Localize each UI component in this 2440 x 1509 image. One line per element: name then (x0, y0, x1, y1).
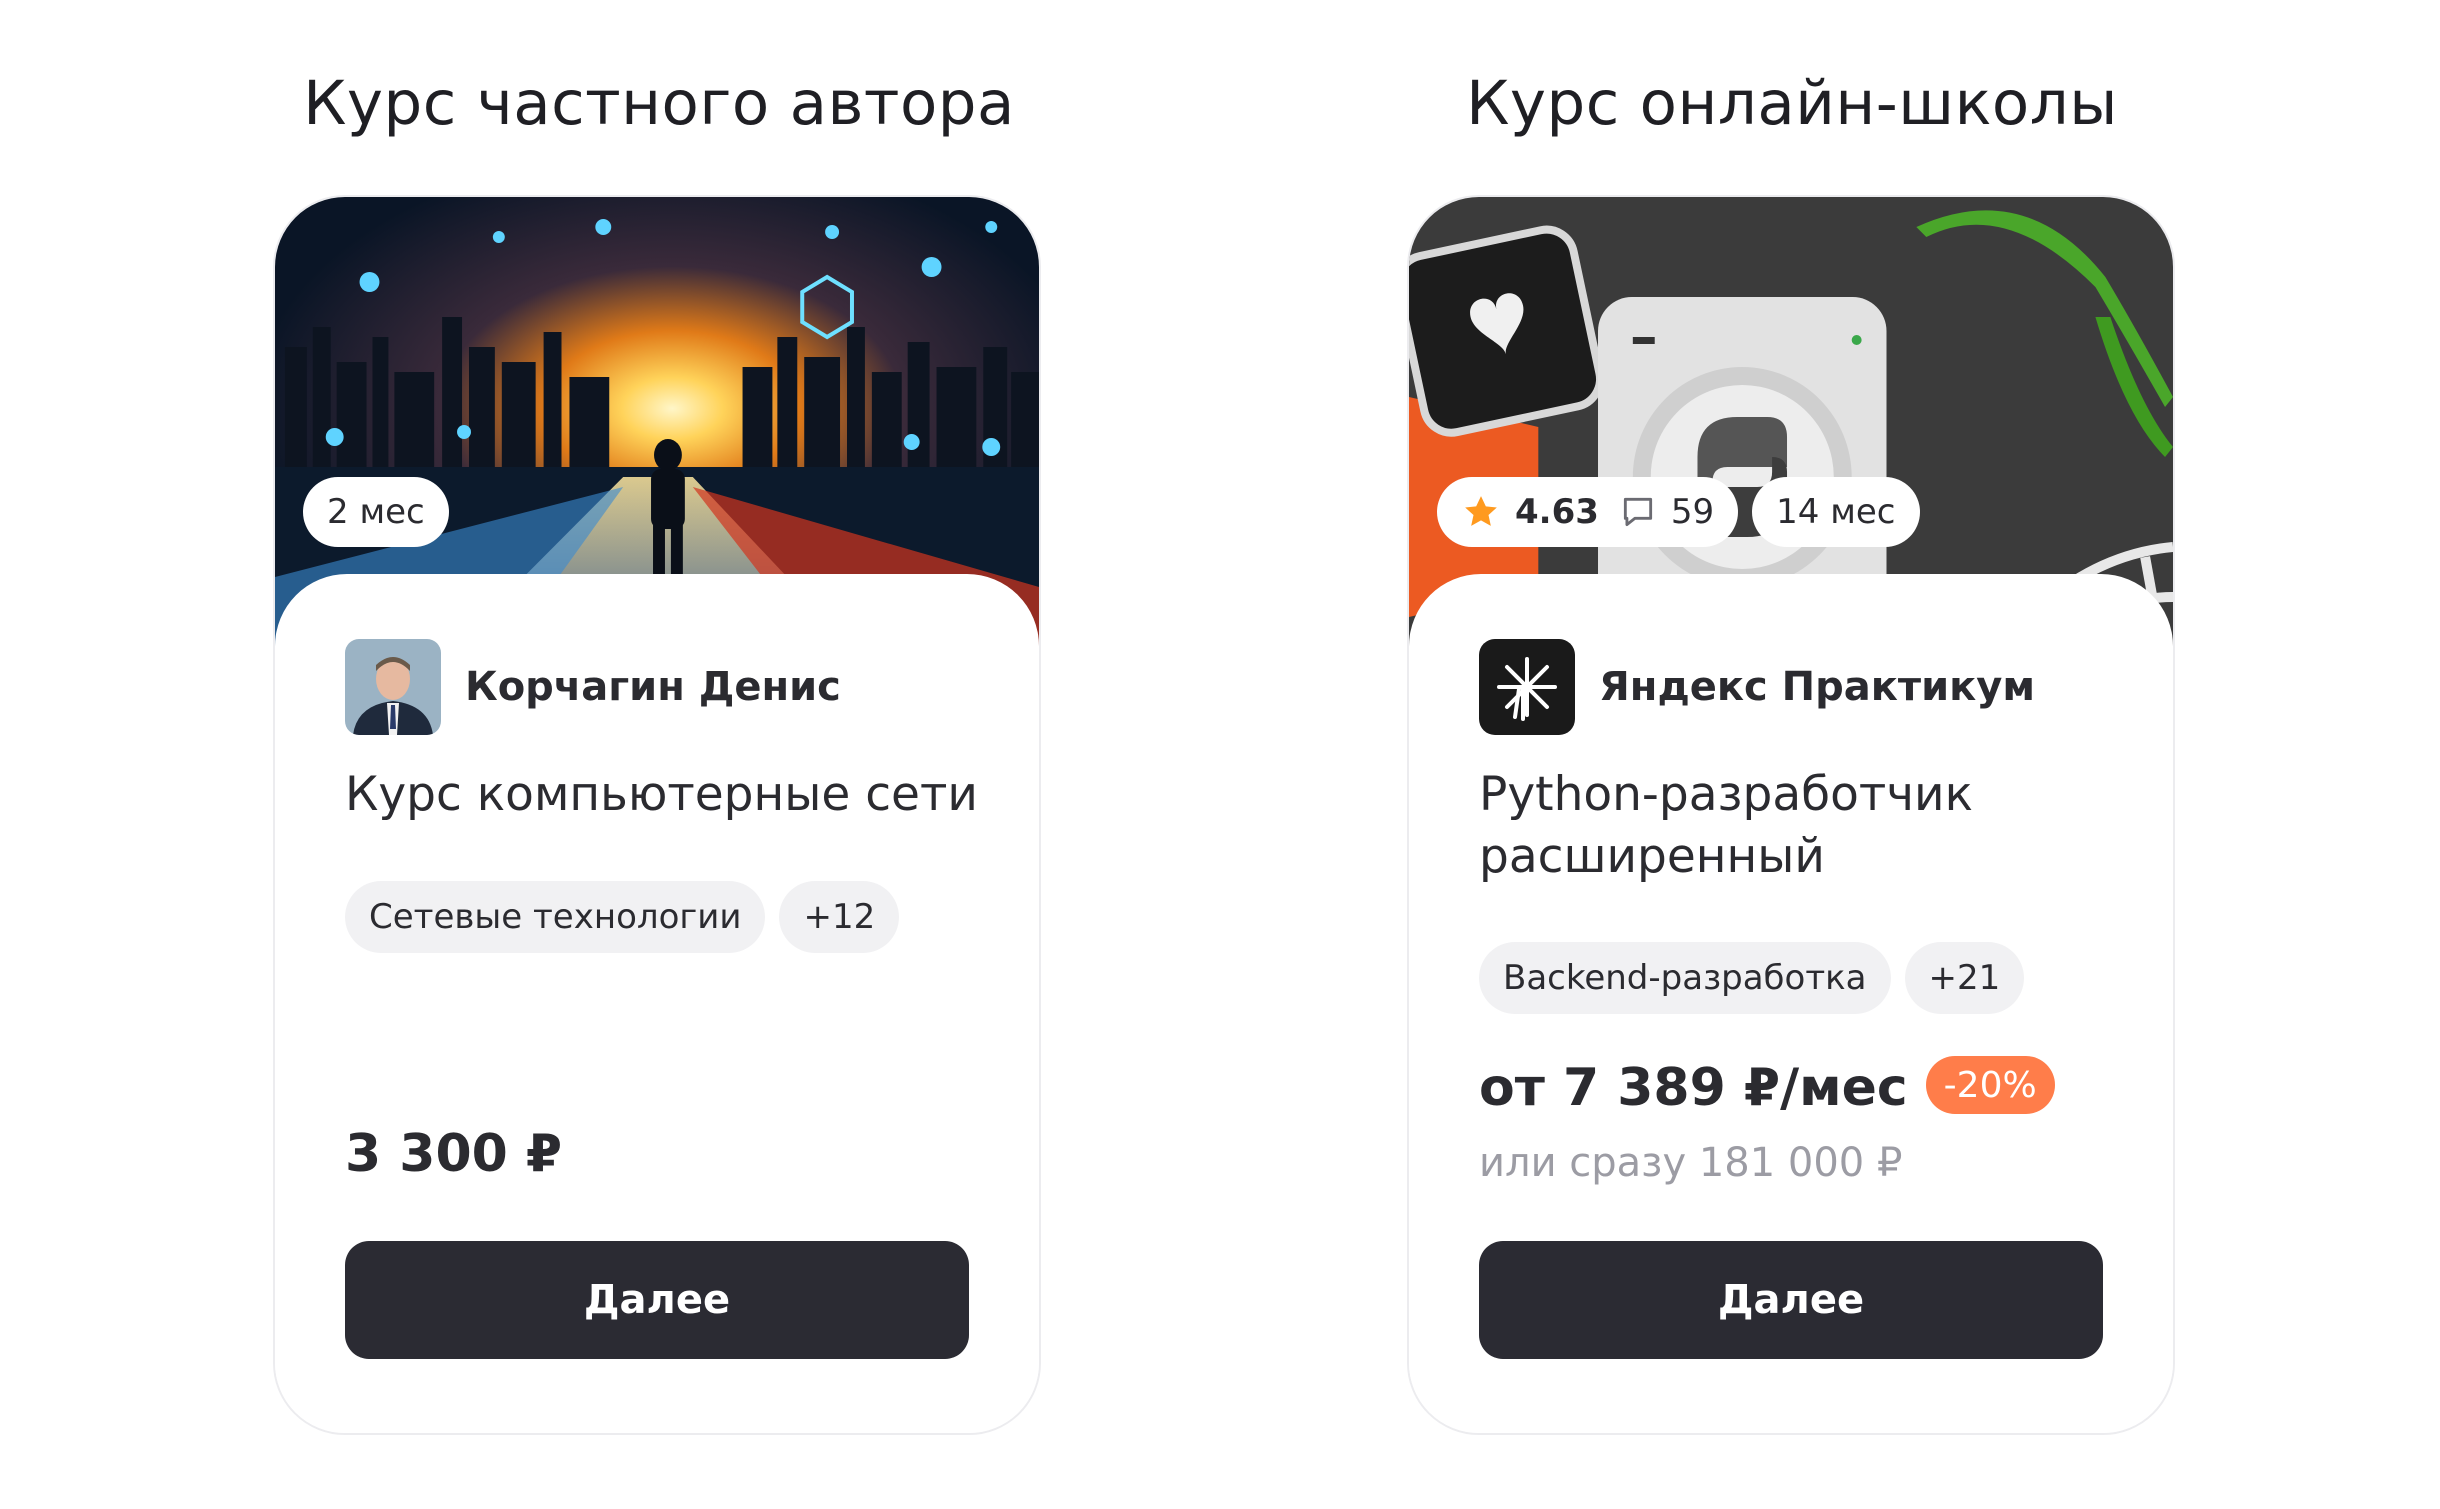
tag-item[interactable]: Сетевые технологии (345, 881, 766, 953)
card-body: Корчагин Денис Курс компьютерные сети Се… (275, 574, 1039, 1433)
author-name: Корчагин Денис (465, 664, 841, 710)
price: 3 300 ₽ (345, 1124, 563, 1184)
heading-online-school: Курс онлайн-школы (1466, 68, 2118, 139)
author-avatar (345, 639, 441, 735)
course-title[interactable]: Курс компьютерные сети (345, 764, 985, 826)
course-card-school[interactable]: 4.63 59 14 мес Яндекс Практикум Python-р… (1407, 195, 2175, 1435)
heading-private-author: Курс частного автора (303, 68, 1015, 139)
next-button[interactable]: Далее (345, 1241, 969, 1359)
author-row[interactable]: Корчагин Денис (345, 639, 841, 735)
comment-icon (1623, 497, 1652, 527)
tag-more[interactable]: +21 (1904, 942, 2025, 1014)
star-icon (1465, 496, 1497, 526)
course-title[interactable]: Python-разработчик расширенный (1479, 764, 1999, 888)
card-badges: 2 мес (303, 477, 449, 547)
price-full: или сразу 181 000 ₽ (1479, 1140, 1903, 1186)
tag-list: Сетевые технологии +12 (345, 881, 900, 953)
author-name: Яндекс Практикум (1599, 664, 2036, 710)
author-row[interactable]: Яндекс Практикум (1479, 639, 2035, 735)
card-body: Яндекс Практикум Python-разработчик расш… (1409, 574, 2173, 1433)
price-monthly: от 7 389 ₽/мес -20% (1479, 1056, 2055, 1120)
tag-more[interactable]: +12 (779, 881, 900, 953)
duration-badge: 2 мес (303, 477, 449, 547)
practicum-logo-icon (1479, 639, 1575, 735)
rating-badge[interactable]: 4.63 59 (1437, 477, 1739, 547)
discount-badge: -20% (1925, 1056, 2055, 1114)
course-card-private[interactable]: 2 мес Корчагин Денис Курс компьютерные с… (273, 195, 1041, 1435)
tag-item[interactable]: Backend-разработка (1479, 942, 1891, 1014)
tag-list: Backend-разработка +21 (1479, 942, 2025, 1014)
next-button[interactable]: Далее (1479, 1241, 2103, 1359)
card-badges: 4.63 59 14 мес (1437, 477, 1920, 547)
reviews-count: 59 (1670, 492, 1715, 532)
rating-value: 4.63 (1515, 492, 1599, 532)
duration-badge: 14 мес (1752, 477, 1920, 547)
